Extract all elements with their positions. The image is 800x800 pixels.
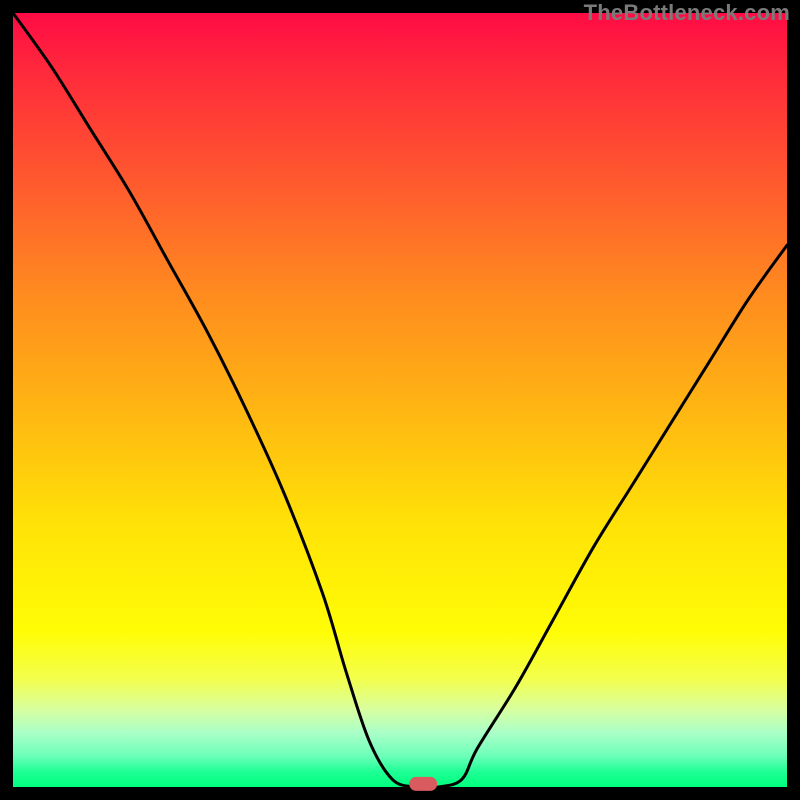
chart-container: TheBottleneck.com [0, 0, 800, 800]
bottleneck-curve [13, 13, 787, 788]
optimal-point-marker [409, 777, 437, 791]
watermark-text: TheBottleneck.com [584, 0, 790, 26]
curve-layer [13, 13, 787, 787]
